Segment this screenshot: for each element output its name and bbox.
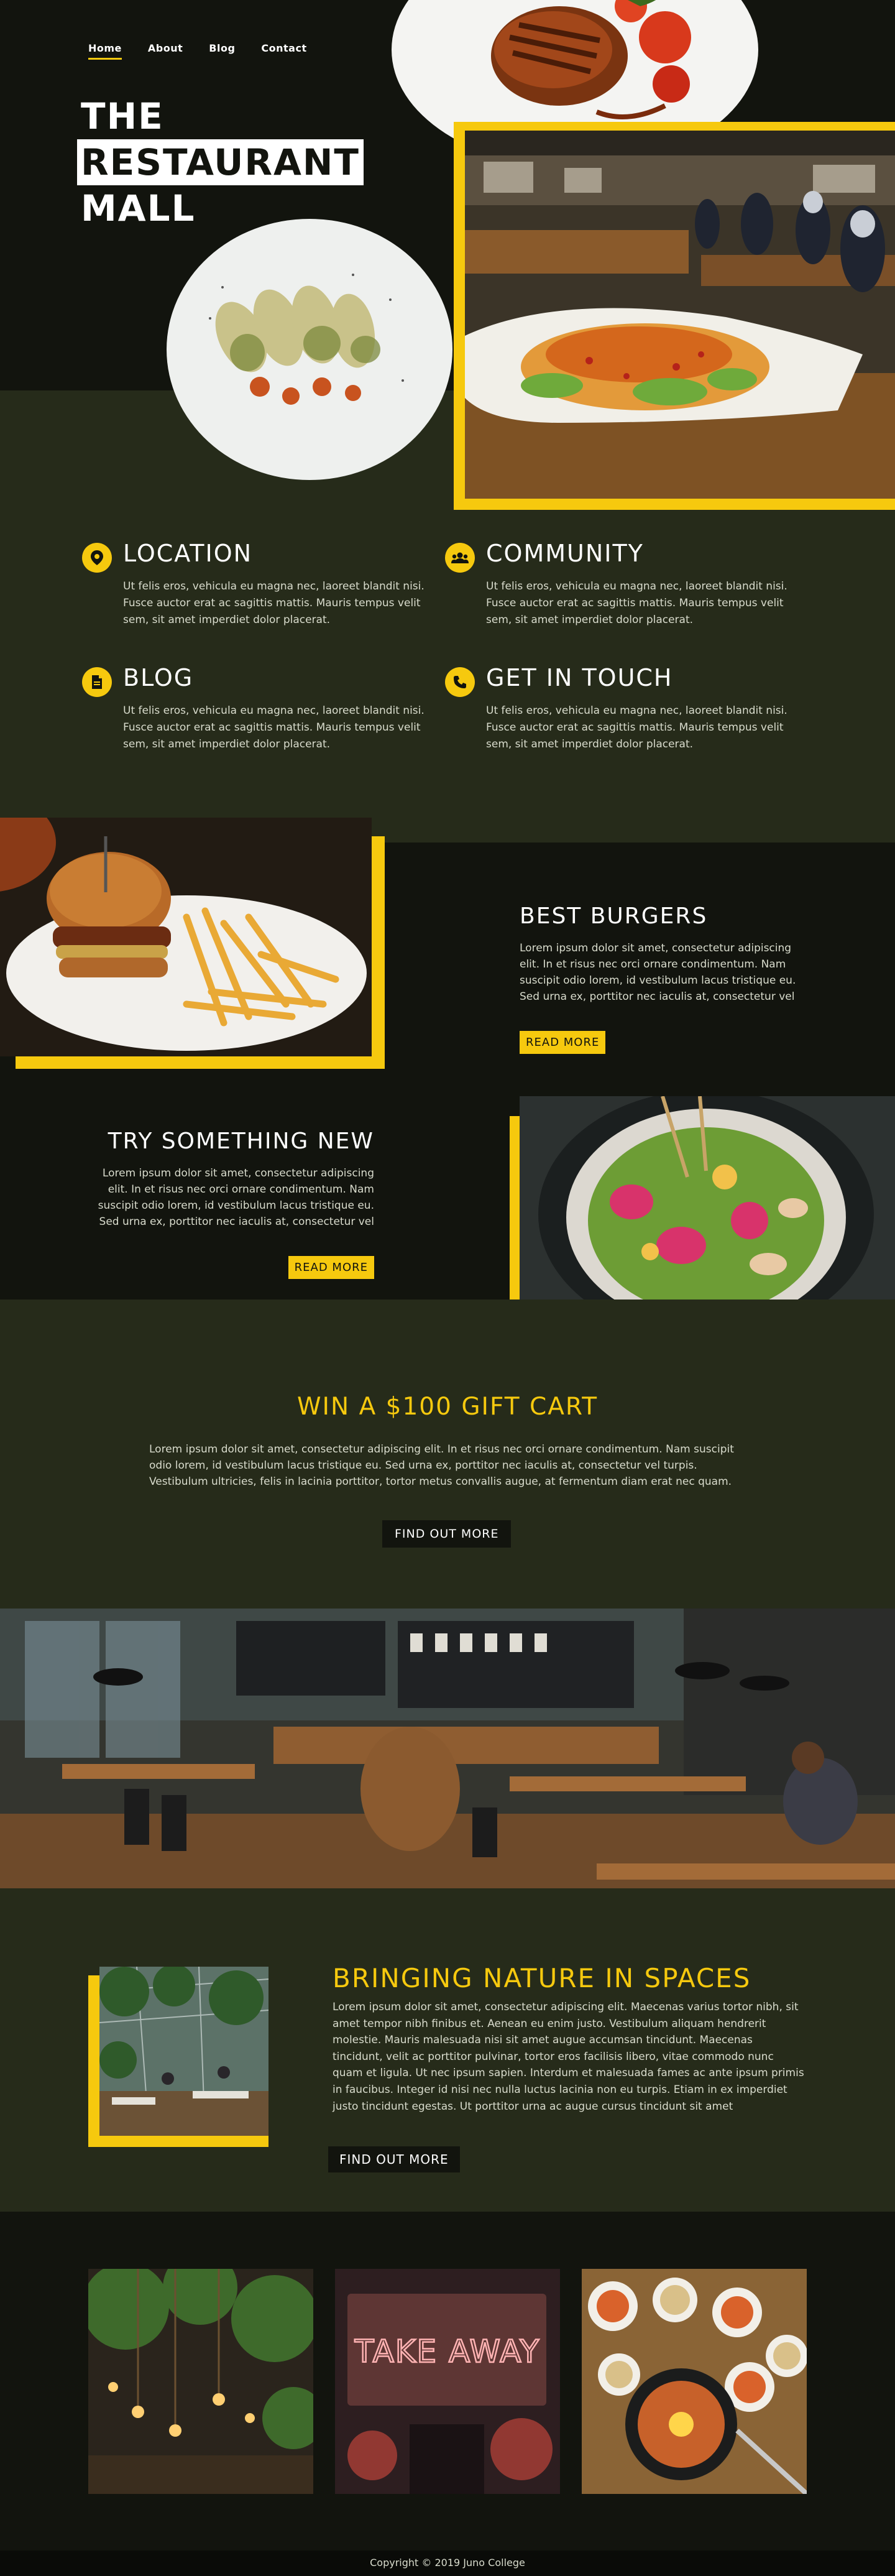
- info-blog-title: BLOG: [123, 664, 194, 691]
- info-get-in-touch-title: GET IN TOUCH: [486, 664, 673, 691]
- site-title-line-2: RESTAURANT: [77, 139, 364, 185]
- nature-title: BRINGING NATURE IN SPACES: [333, 1963, 751, 1993]
- site-title-line-1: THE: [81, 95, 164, 137]
- gallery-lights-image[interactable]: [88, 2269, 313, 2494]
- copyright-text: Copyright © 2019 Juno College: [370, 2557, 525, 2569]
- nature-text: Lorem ipsum dolor sit amet, consectetur …: [333, 2001, 804, 2113]
- phone-icon: [445, 667, 475, 697]
- best-burgers-block: BEST BURGERS Lorem ipsum dolor sit amet,…: [520, 903, 806, 1054]
- restaurant-interior-image: [465, 131, 895, 499]
- gallery-takeaway-neon-image[interactable]: TAKE AWAY: [335, 2269, 560, 2494]
- try-something-new-block: TRY SOMETHING NEW Lorem ipsum dolor sit …: [88, 1129, 374, 1279]
- footer: Copyright © 2019 Juno College: [0, 2551, 895, 2576]
- greenhouse-restaurant-image: [99, 1967, 268, 2136]
- burger-fries-image: [0, 818, 372, 1056]
- best-burgers-text: Lorem ipsum dolor sit amet, consectetur …: [520, 942, 796, 1003]
- info-get-in-touch-text: Ut felis eros, vehicula eu magna nec, la…: [486, 704, 787, 750]
- takeaway-neon-sign: TAKE AWAY: [354, 2334, 540, 2370]
- gallery-section: TAKE AWAY: [0, 2212, 895, 2551]
- info-blog-text: Ut felis eros, vehicula eu magna nec, la…: [123, 704, 425, 750]
- best-burgers-read-more-button[interactable]: READ MORE: [520, 1031, 606, 1054]
- hero-section: Home About Blog Contact THE RESTAURANT M…: [0, 0, 895, 510]
- site-title-line-3: MALL: [81, 187, 196, 229]
- nature-section: BRINGING NATURE IN SPACES Lorem ipsum do…: [0, 1888, 895, 2212]
- best-burgers-title: BEST BURGERS: [520, 903, 708, 929]
- try-something-new-read-more-button[interactable]: READ MORE: [288, 1256, 374, 1279]
- gift-card-title: WIN A $100 GIFT CART: [296, 1393, 599, 1421]
- gift-card-text: Lorem ipsum dolor sit amet, consectetur …: [149, 1443, 734, 1488]
- info-location-title: LOCATION: [123, 540, 253, 567]
- nature-find-out-more-button[interactable]: FIND OUT MORE: [328, 2146, 460, 2172]
- document-icon: [82, 667, 112, 697]
- features-section: BEST BURGERS Lorem ipsum dolor sit amet,…: [0, 818, 895, 1351]
- chicken-plate-image: [167, 219, 452, 480]
- community-icon: [445, 543, 475, 573]
- info-section: LOCATION Ut felis eros, vehicula eu magn…: [0, 510, 895, 818]
- location-pin-icon: [82, 543, 112, 573]
- gallery-korean-food-image[interactable]: [582, 2269, 807, 2494]
- gift-card-section: WIN A $100 GIFT CART Lorem ipsum dolor s…: [0, 1300, 895, 1609]
- info-community-title: COMMUNITY: [486, 540, 644, 567]
- info-community-text: Ut felis eros, vehicula eu magna nec, la…: [486, 580, 787, 626]
- try-something-new-text: Lorem ipsum dolor sit amet, consectetur …: [98, 1167, 374, 1228]
- cafe-interior-image: [0, 1609, 895, 1888]
- main-navigation: Home About Blog Contact: [88, 42, 307, 60]
- nav-home-link[interactable]: Home: [88, 42, 122, 60]
- info-location-text: Ut felis eros, vehicula eu magna nec, la…: [123, 580, 425, 626]
- gift-find-out-more-button[interactable]: FIND OUT MORE: [382, 1520, 512, 1548]
- try-something-new-title: TRY SOMETHING NEW: [108, 1129, 374, 1154]
- site-title: THE RESTAURANT MALL: [77, 93, 364, 231]
- nav-blog-link[interactable]: Blog: [209, 42, 235, 60]
- nav-about-link[interactable]: About: [148, 42, 183, 60]
- nav-contact-link[interactable]: Contact: [261, 42, 306, 60]
